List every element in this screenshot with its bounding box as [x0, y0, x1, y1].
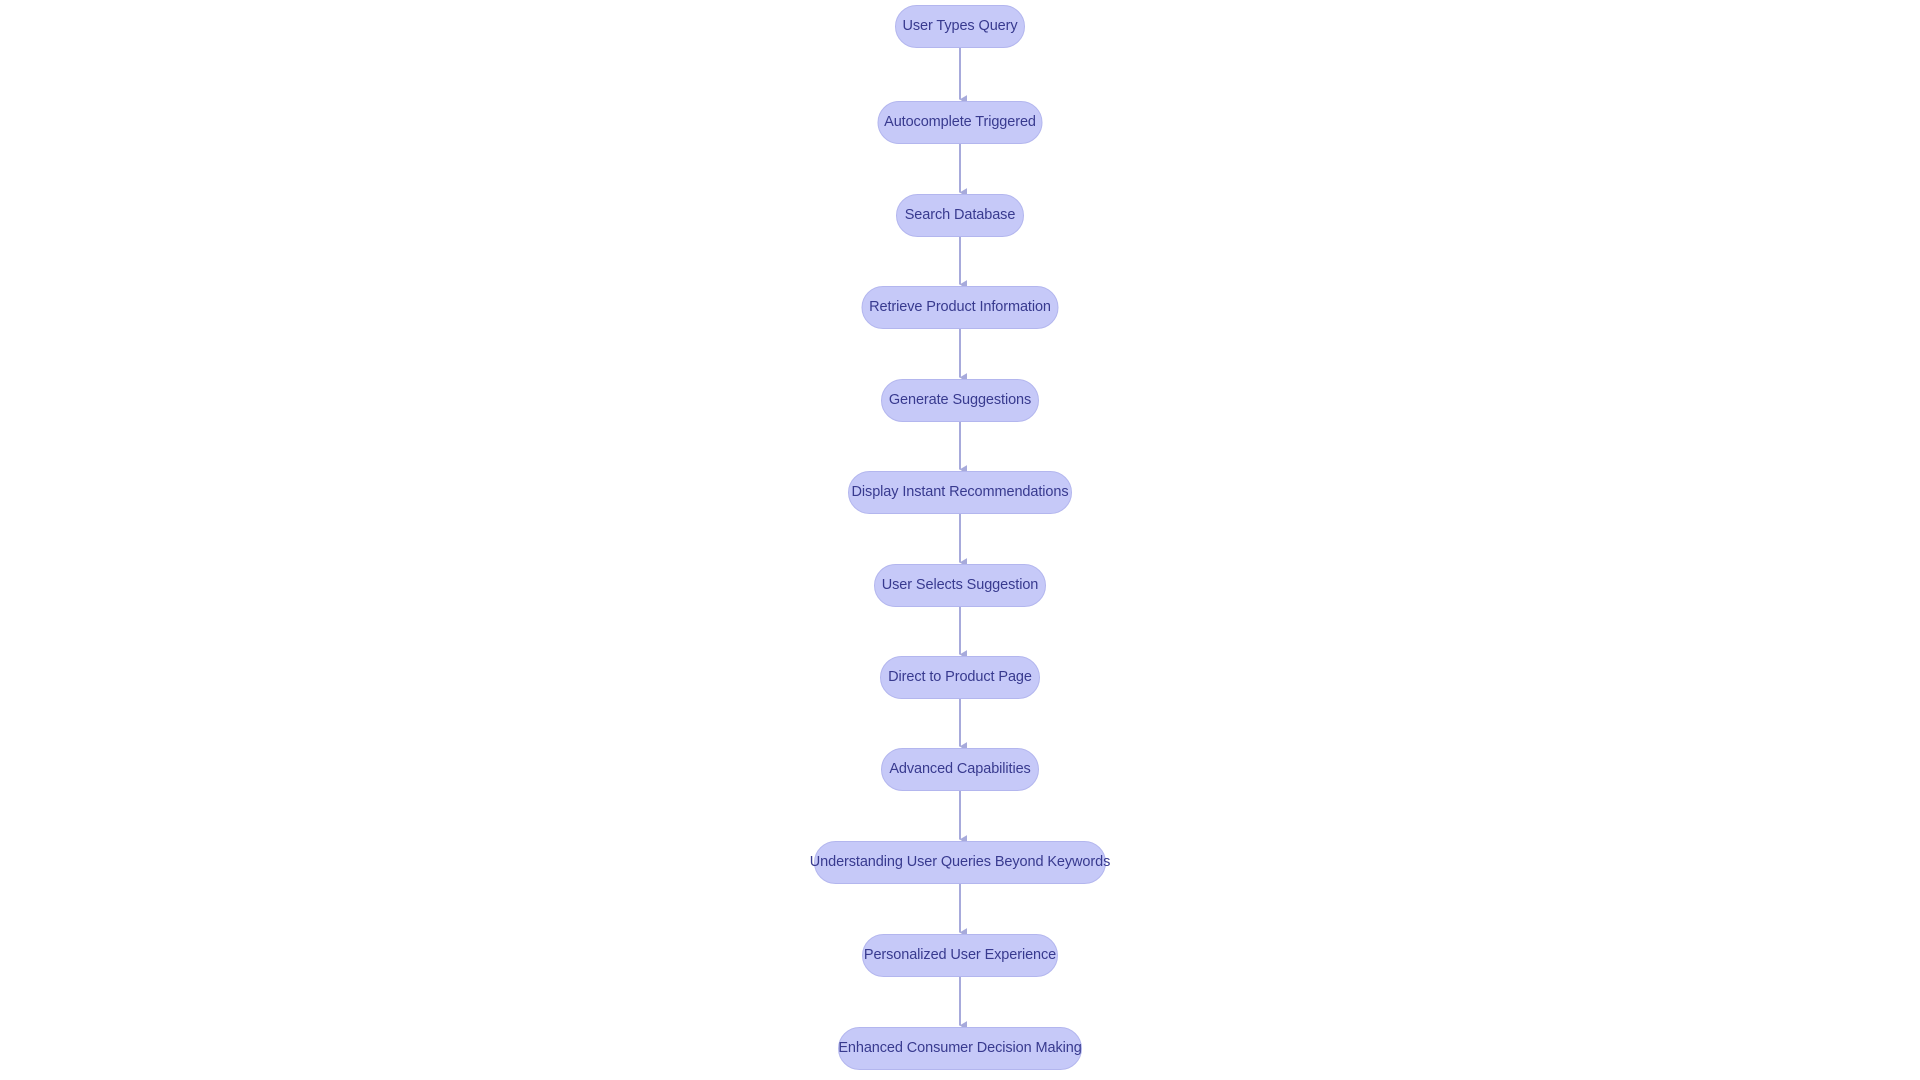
flow-node[interactable]: Understanding User Queries Beyond Keywor…: [810, 840, 1110, 884]
flow-node[interactable]: Direct to Product Page: [880, 655, 1040, 699]
flow-node-label: User Types Query: [902, 17, 1018, 34]
flow-node[interactable]: Personalized User Experience: [862, 933, 1058, 977]
flow-node-label: Understanding User Queries Beyond Keywor…: [809, 853, 1111, 870]
flow-node-label: Generate Suggestions: [888, 391, 1032, 408]
flow-node[interactable]: Autocomplete Triggered: [877, 100, 1043, 144]
flowchart-canvas: User Types Query Autocomplete Triggered Se…: [0, 0, 1920, 1080]
flow-node[interactable]: User Types Query: [895, 4, 1025, 48]
flow-node-label: Advanced Capabilities: [889, 760, 1031, 777]
flow-node-label: Enhanced Consumer Decision Making: [838, 1039, 1082, 1056]
flow-node-label: Display Instant Recommendations: [851, 483, 1069, 500]
flow-node[interactable]: Generate Suggestions: [881, 378, 1039, 422]
flow-node-label: Retrieve Product Information: [869, 298, 1051, 315]
flow-node-label: Search Database: [904, 206, 1016, 223]
flow-node[interactable]: Search Database: [896, 193, 1024, 237]
flow-node[interactable]: User Selects Suggestion: [874, 563, 1046, 607]
flow-node[interactable]: Advanced Capabilities: [881, 747, 1039, 791]
flow-node[interactable]: Enhanced Consumer Decision Making: [838, 1026, 1082, 1070]
flow-node-label: Personalized User Experience: [863, 946, 1057, 963]
flow-node-label: Autocomplete Triggered: [884, 113, 1036, 130]
flow-node[interactable]: Display Instant Recommendations: [848, 470, 1072, 514]
flow-node[interactable]: Retrieve Product Information: [861, 285, 1059, 329]
flow-node-label: User Selects Suggestion: [881, 576, 1039, 593]
flow-node-label: Direct to Product Page: [888, 668, 1032, 685]
flowchart-connector-layer: [959, 47, 968, 1030]
